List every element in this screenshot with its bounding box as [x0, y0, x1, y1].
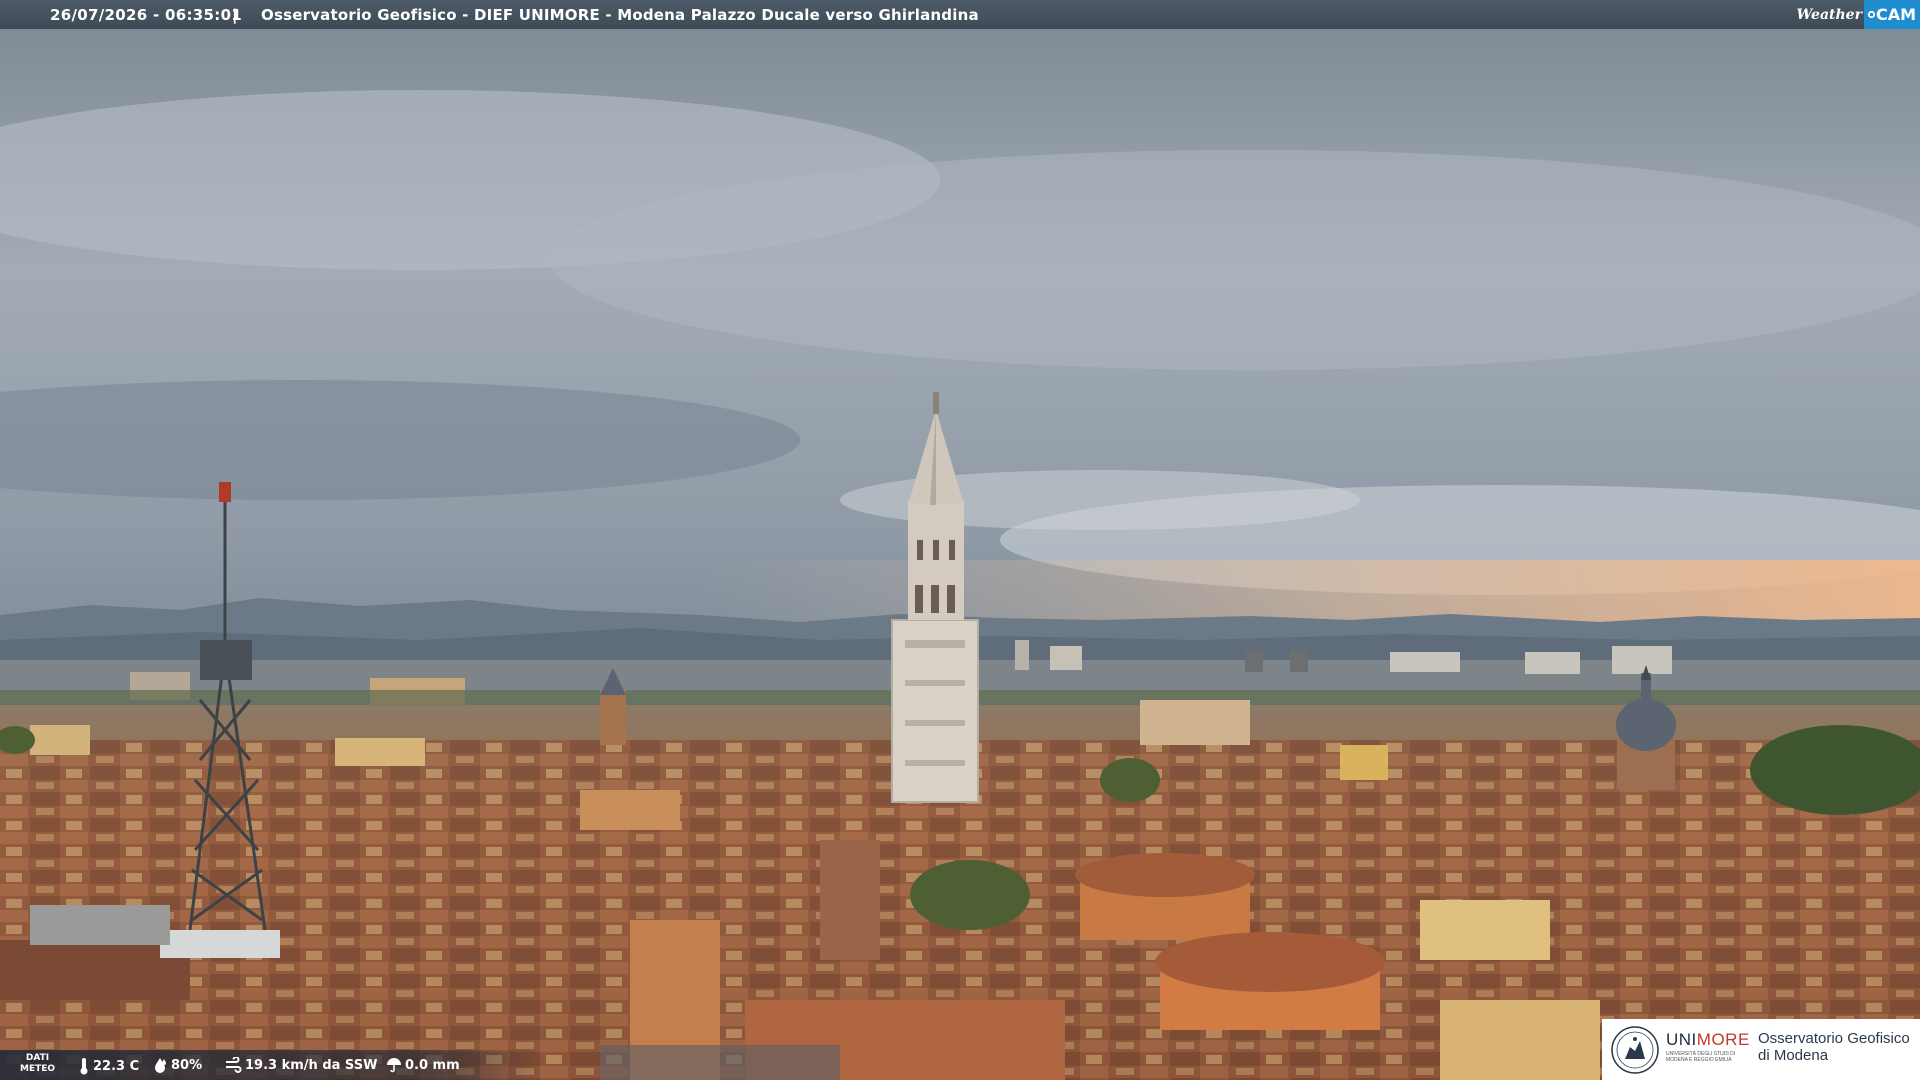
drop-icon [155, 1058, 166, 1073]
camera-dot-icon [1867, 10, 1876, 19]
rain-value: 0.0 mm [405, 1057, 460, 1073]
meteo-label: DATI METEO [20, 1053, 55, 1075]
humidity-reading: 80% [152, 1057, 202, 1073]
weathercam-cam-text: CAM [1875, 5, 1916, 24]
wind-icon [226, 1057, 242, 1073]
observatory-name: Osservatorio Geofisico di Modena [1758, 1030, 1910, 1064]
unimore-name: UNIMORE [1666, 1030, 1750, 1050]
temperature-value: 22.3 C [93, 1058, 140, 1074]
humidity-value: 80% [171, 1057, 203, 1073]
observatory-name-line2: di Modena [1758, 1047, 1829, 1064]
temperature-reading: 22.3 C [78, 1057, 139, 1075]
weathercam-logo-cam: CAM [1863, 0, 1920, 29]
wind-value: 19.3 km/h da SSW [245, 1057, 378, 1073]
weathercam-logo-weather: Weather [1796, 6, 1862, 23]
webcam-image [0, 0, 1920, 1080]
unimore-subtitle: UNIVERSITÀ DEGLI STUDI DI MODENA E REGGI… [1666, 1051, 1736, 1063]
weather-data-strip: DATI METEO 22.3 C 80% 19.3 km/h da SSW 0… [0, 1050, 540, 1080]
unimore-name-uni: UNI [1666, 1030, 1697, 1049]
camera-title: Osservatorio Geofisico - DIEF UNIMORE - … [261, 6, 979, 24]
wind-reading: 19.3 km/h da SSW [224, 1057, 377, 1073]
timestamp: 26/07/2026 - 06:35:01 [50, 6, 243, 24]
thermometer-icon [80, 1058, 88, 1075]
umbrella-icon [387, 1058, 401, 1073]
observatory-name-line1: Osservatorio Geofisico [1758, 1030, 1910, 1047]
separator: | [232, 6, 238, 24]
unimore-logo[interactable]: UNIMORE UNIVERSITÀ DEGLI STUDI DI MODENA… [1602, 1019, 1920, 1080]
unimore-name-more: MORE [1696, 1030, 1750, 1049]
meteo-label-line1: DATI [25, 1053, 50, 1063]
university-seal-icon [1611, 1026, 1659, 1074]
rain-reading: 0.0 mm [386, 1057, 460, 1073]
meteo-label-line2: METEO [20, 1064, 56, 1074]
info-bar: 26/07/2026 - 06:35:01 | Osservatorio Geo… [0, 0, 1920, 29]
weathercam-logo[interactable]: Weather CAM [1796, 0, 1920, 29]
